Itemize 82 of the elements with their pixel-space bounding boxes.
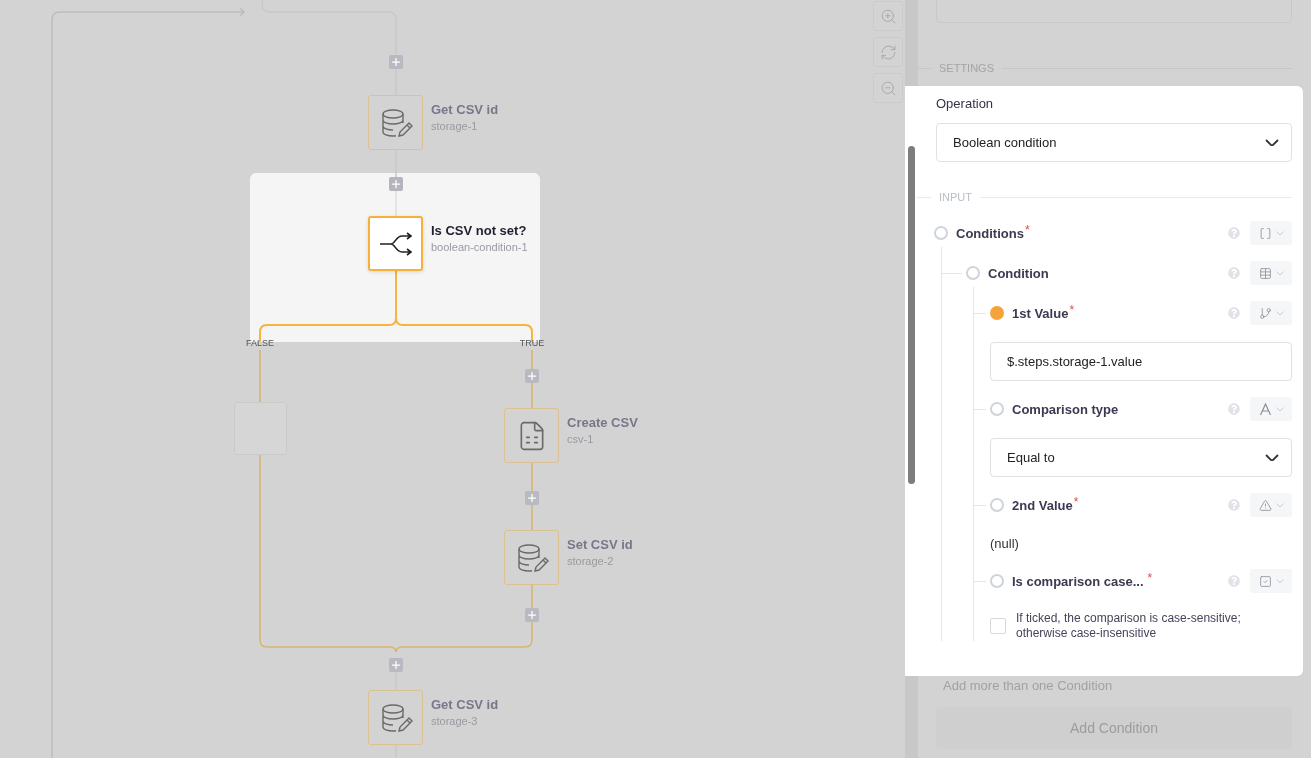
step-node[interactable]: [504, 530, 559, 585]
zoom-in-icon: [879, 7, 897, 25]
step-id: csv-1: [567, 433, 595, 445]
comparison-select[interactable]: Equal to: [990, 438, 1292, 477]
step-title: Is CSV not set?: [431, 223, 528, 238]
type-dropdown[interactable]: [1250, 221, 1292, 245]
branch-label: FALSE: [246, 338, 274, 348]
operation-select[interactable]: Boolean condition: [936, 123, 1292, 162]
zoom-out-icon: [879, 79, 897, 97]
reset-view-button[interactable]: [873, 37, 903, 67]
refresh-icon: [879, 43, 897, 61]
value-input[interactable]: $.steps.storage-1.value: [990, 342, 1292, 381]
letter-icon: [1258, 402, 1272, 416]
add-step-button[interactable]: [389, 177, 403, 191]
type-dropdown[interactable]: [1250, 493, 1292, 517]
zoom-out-button[interactable]: [873, 73, 903, 103]
type-dropdown[interactable]: [1250, 301, 1292, 325]
chevron-down-icon: [1275, 230, 1284, 236]
value-text: (null): [990, 535, 1020, 553]
step-node[interactable]: [504, 408, 559, 463]
help-icon[interactable]: [1228, 227, 1240, 239]
chevron-down-icon: [1265, 138, 1279, 147]
field-label: Operation: [936, 95, 995, 113]
required-mark: *: [1147, 571, 1153, 585]
type-dropdown[interactable]: [1250, 261, 1292, 285]
step-id: storage-2: [567, 555, 615, 567]
help-icon[interactable]: [1228, 307, 1240, 319]
field-label: Comparison type: [1012, 401, 1119, 417]
chevron-down-icon: [1275, 406, 1284, 412]
split-arrow-icon: [378, 231, 413, 256]
add-step-button[interactable]: [525, 608, 539, 622]
add-step-button[interactable]: [389, 658, 403, 672]
help-icon[interactable]: [1228, 403, 1240, 415]
step-node[interactable]: [368, 95, 423, 150]
chevron-down-icon: [1275, 270, 1284, 276]
step-node[interactable]: [368, 690, 423, 745]
branch-icon: [1258, 306, 1272, 320]
step-id: storage-3: [431, 715, 479, 727]
brackets-icon: [1258, 226, 1272, 240]
step-node[interactable]: [368, 216, 423, 271]
required-mark: *: [1069, 303, 1075, 317]
field-label: Condition: [988, 265, 1049, 281]
chevron-down-icon: [1275, 578, 1284, 584]
plus-icon: [390, 56, 402, 68]
empty-step-node[interactable]: [234, 402, 287, 455]
scrollbar-thumb[interactable]: [908, 146, 915, 484]
branch-label: TRUE: [519, 338, 545, 348]
chevron-down-icon: [1275, 310, 1284, 316]
plus-icon: [390, 659, 402, 671]
plus-icon: [526, 492, 538, 504]
plus-icon: [390, 178, 402, 190]
step-title: Create CSV: [567, 415, 638, 430]
plus-icon: [526, 370, 538, 382]
field-label: Is comparison case...: [1012, 573, 1144, 589]
checkbox[interactable]: [990, 618, 1006, 634]
checkbox-icon: [1258, 574, 1272, 588]
type-dropdown[interactable]: [1250, 397, 1292, 421]
step-title: Set CSV id: [567, 537, 633, 552]
help-icon[interactable]: [1228, 267, 1240, 279]
chevron-down-icon: [1275, 502, 1284, 508]
field-label: 2nd Value: [1012, 497, 1073, 513]
field-label: Conditions: [956, 225, 1024, 241]
help-icon[interactable]: [1228, 499, 1240, 511]
step-id: storage-1: [431, 120, 479, 132]
step-title: Get CSV id: [431, 697, 499, 712]
add-step-button[interactable]: [525, 369, 539, 383]
table-icon: [1258, 266, 1272, 280]
help-icon[interactable]: [1228, 575, 1240, 587]
type-dropdown[interactable]: [1250, 569, 1292, 593]
add-step-button[interactable]: [389, 55, 403, 69]
step-title: Get CSV id: [431, 102, 499, 117]
step-id: boolean-condition-1: [431, 241, 528, 253]
checkbox-description: If ticked, the comparison is case-sensitive; otherwise case-insensitive: [1016, 611, 1242, 641]
required-mark: *: [1073, 495, 1079, 509]
chevron-down-icon: [1265, 453, 1279, 462]
plus-icon: [526, 609, 538, 621]
field-label: 1st Value: [1012, 305, 1069, 321]
warning-icon: [1258, 498, 1272, 512]
zoom-in-button[interactable]: [873, 1, 903, 31]
required-mark: *: [1024, 223, 1030, 237]
section-heading: INPUT: [939, 191, 972, 203]
add-step-button[interactable]: [525, 491, 539, 505]
